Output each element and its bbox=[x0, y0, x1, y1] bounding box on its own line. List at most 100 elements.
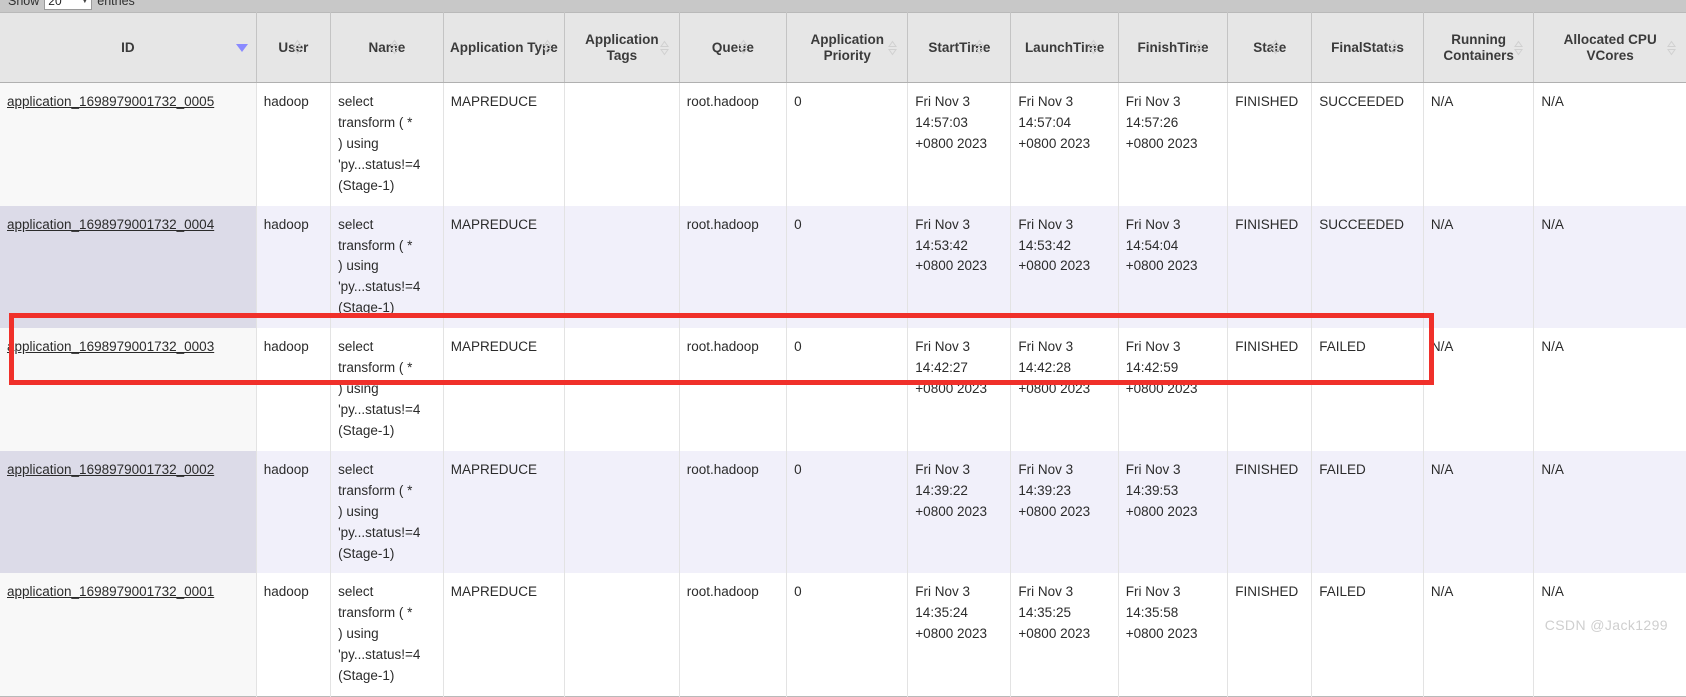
application-id-link[interactable]: application_1698979001732_0004 bbox=[7, 217, 214, 232]
application-id-link[interactable]: application_1698979001732_0005 bbox=[7, 94, 214, 109]
show-entries-suffix-label: entries bbox=[97, 0, 135, 8]
cell-finishtime: Fri Nov 3 14:35:58 +0800 2023 bbox=[1118, 573, 1229, 697]
column-header-application-type-inner: Application Type bbox=[450, 40, 558, 56]
cell-application-type: MAPREDUCE bbox=[443, 82, 565, 206]
table-row[interactable]: application_1698979001732_0002 hadoop se… bbox=[0, 450, 1686, 574]
cell-queue: root.hadoop bbox=[679, 328, 788, 451]
cell-application-type: MAPREDUCE bbox=[443, 573, 565, 697]
column-header-application-tags-inner: Application Tags bbox=[569, 32, 675, 64]
cell-launchtime: Fri Nov 3 14:42:28 +0800 2023 bbox=[1010, 328, 1119, 451]
column-header-application-type-label: Application Type bbox=[449, 39, 558, 55]
cell-application-priority: 0 bbox=[786, 573, 909, 697]
cell-user: hadoop bbox=[256, 328, 332, 451]
cell-running-containers: N/A bbox=[1423, 450, 1535, 574]
column-header-application-priority[interactable]: Application Priority bbox=[786, 12, 909, 83]
column-header-allocated-cpu-vcores-inner: Allocated CPU VCores bbox=[1538, 32, 1682, 64]
table-row[interactable]: application_1698979001732_0003 hadoop se… bbox=[0, 328, 1686, 451]
column-header-running-containers[interactable]: Running Containers bbox=[1423, 12, 1535, 83]
column-header-finalstatus[interactable]: FinalStatus bbox=[1311, 12, 1424, 83]
cell-application-type: MAPREDUCE bbox=[443, 450, 565, 574]
column-header-application-tags[interactable]: Application Tags bbox=[564, 12, 680, 83]
sort-diamond-icon[interactable] bbox=[1667, 40, 1676, 55]
cell-state: FINISHED bbox=[1227, 450, 1313, 574]
cell-id: application_1698979001732_0002 bbox=[0, 450, 257, 574]
cell-state: FINISHED bbox=[1227, 82, 1313, 206]
cell-id: application_1698979001732_0003 bbox=[0, 328, 257, 451]
cell-state: FINISHED bbox=[1227, 573, 1313, 697]
cell-name: select transform ( * ) using 'py...statu… bbox=[330, 82, 444, 206]
sort-diamond-icon[interactable] bbox=[1388, 40, 1398, 55]
cell-state: FINISHED bbox=[1227, 328, 1313, 451]
table-row[interactable]: application_1698979001732_0001 hadoop se… bbox=[0, 573, 1686, 697]
cell-id: application_1698979001732_0001 bbox=[0, 573, 257, 697]
column-header-state-label: State bbox=[1253, 39, 1287, 55]
table-length-control: Show 20 ▼ entries bbox=[0, 0, 1686, 12]
column-header-application-tags-label: Application Tags bbox=[585, 31, 659, 63]
sort-descending-icon[interactable] bbox=[235, 43, 248, 52]
cell-starttime: Fri Nov 3 14:57:03 +0800 2023 bbox=[907, 82, 1012, 206]
sort-diamond-icon[interactable] bbox=[293, 40, 303, 55]
cell-application-priority: 0 bbox=[786, 450, 909, 574]
cell-user: hadoop bbox=[256, 82, 332, 206]
column-header-id-label: ID bbox=[121, 39, 135, 55]
sort-diamond-icon[interactable] bbox=[888, 40, 898, 55]
cell-launchtime: Fri Nov 3 14:39:23 +0800 2023 bbox=[1010, 450, 1119, 574]
application-id-link[interactable]: application_1698979001732_0001 bbox=[7, 584, 214, 599]
cell-finalstatus: SUCCEEDED bbox=[1311, 82, 1424, 206]
cell-application-priority: 0 bbox=[786, 205, 909, 329]
column-header-user[interactable]: User bbox=[256, 12, 332, 83]
entries-per-page-select[interactable]: 20 ▼ bbox=[44, 0, 93, 10]
cell-running-containers: N/A bbox=[1423, 205, 1535, 329]
cell-allocated-cpu-vcores: N/A bbox=[1533, 82, 1686, 206]
column-header-running-containers-label: Running Containers bbox=[1443, 31, 1514, 63]
cell-running-containers: N/A bbox=[1423, 328, 1535, 451]
column-header-application-type[interactable]: Application Type bbox=[443, 12, 565, 83]
cell-state: FINISHED bbox=[1227, 205, 1313, 329]
sort-diamond-icon[interactable] bbox=[1193, 40, 1203, 55]
column-header-launchtime[interactable]: LaunchTime bbox=[1010, 12, 1119, 83]
application-id-link[interactable]: application_1698979001732_0003 bbox=[7, 339, 214, 354]
cell-launchtime: Fri Nov 3 14:53:42 +0800 2023 bbox=[1010, 205, 1119, 329]
column-header-queue-inner: Queue bbox=[712, 40, 754, 56]
sort-diamond-icon[interactable] bbox=[390, 40, 400, 55]
cell-finishtime: Fri Nov 3 14:42:59 +0800 2023 bbox=[1118, 328, 1229, 451]
table-row[interactable]: application_1698979001732_0004 hadoop se… bbox=[0, 205, 1686, 329]
column-header-state[interactable]: State bbox=[1227, 12, 1313, 83]
sort-diamond-icon[interactable] bbox=[659, 40, 669, 55]
column-header-application-priority-inner: Application Priority bbox=[791, 32, 903, 64]
cell-queue: root.hadoop bbox=[679, 573, 788, 697]
cell-application-tags bbox=[564, 82, 680, 206]
cell-name: select transform ( * ) using 'py...statu… bbox=[330, 328, 444, 451]
table-header: ID User Name Application Type Applicatio… bbox=[0, 12, 1686, 83]
cell-queue: root.hadoop bbox=[679, 205, 788, 329]
sort-diamond-icon[interactable] bbox=[1514, 40, 1524, 55]
cell-finishtime: Fri Nov 3 14:57:26 +0800 2023 bbox=[1118, 82, 1229, 206]
sort-diamond-icon[interactable] bbox=[975, 40, 985, 55]
sort-diamond-icon[interactable] bbox=[1271, 40, 1281, 55]
column-header-name[interactable]: Name bbox=[330, 12, 444, 83]
column-header-starttime[interactable]: StartTime bbox=[907, 12, 1012, 83]
column-header-id[interactable]: ID bbox=[0, 12, 257, 83]
column-header-allocated-cpu-vcores[interactable]: Allocated CPU VCores bbox=[1533, 12, 1686, 83]
sort-diamond-icon[interactable] bbox=[738, 40, 748, 55]
cell-finalstatus: FAILED bbox=[1311, 328, 1424, 451]
column-header-allocated-cpu-vcores-label: Allocated CPU VCores bbox=[1563, 31, 1657, 63]
cell-starttime: Fri Nov 3 14:53:42 +0800 2023 bbox=[907, 205, 1012, 329]
watermark-text: CSDN @Jack1299 bbox=[1544, 617, 1668, 633]
cell-finishtime: Fri Nov 3 14:39:53 +0800 2023 bbox=[1118, 450, 1229, 574]
application-id-link[interactable]: application_1698979001732_0002 bbox=[7, 462, 214, 477]
column-header-application-priority-label: Application Priority bbox=[810, 31, 884, 63]
cell-allocated-cpu-vcores: N/A bbox=[1533, 450, 1686, 574]
show-entries-prefix-label: Show bbox=[8, 0, 40, 8]
column-header-finishtime[interactable]: FinishTime bbox=[1118, 12, 1229, 83]
cell-application-type: MAPREDUCE bbox=[443, 328, 565, 451]
table-row[interactable]: application_1698979001732_0005 hadoop se… bbox=[0, 82, 1686, 206]
cell-queue: root.hadoop bbox=[679, 450, 788, 574]
sort-diamond-icon[interactable] bbox=[542, 40, 552, 55]
applications-table-wrapper: ID User Name Application Type Applicatio… bbox=[0, 12, 1686, 697]
sort-diamond-icon[interactable] bbox=[1089, 40, 1099, 55]
cell-allocated-cpu-vcores: N/A bbox=[1533, 573, 1686, 697]
table-header-row: ID User Name Application Type Applicatio… bbox=[0, 12, 1686, 83]
column-header-queue[interactable]: Queue bbox=[679, 12, 788, 83]
entries-per-page-value: 20 bbox=[48, 0, 62, 8]
